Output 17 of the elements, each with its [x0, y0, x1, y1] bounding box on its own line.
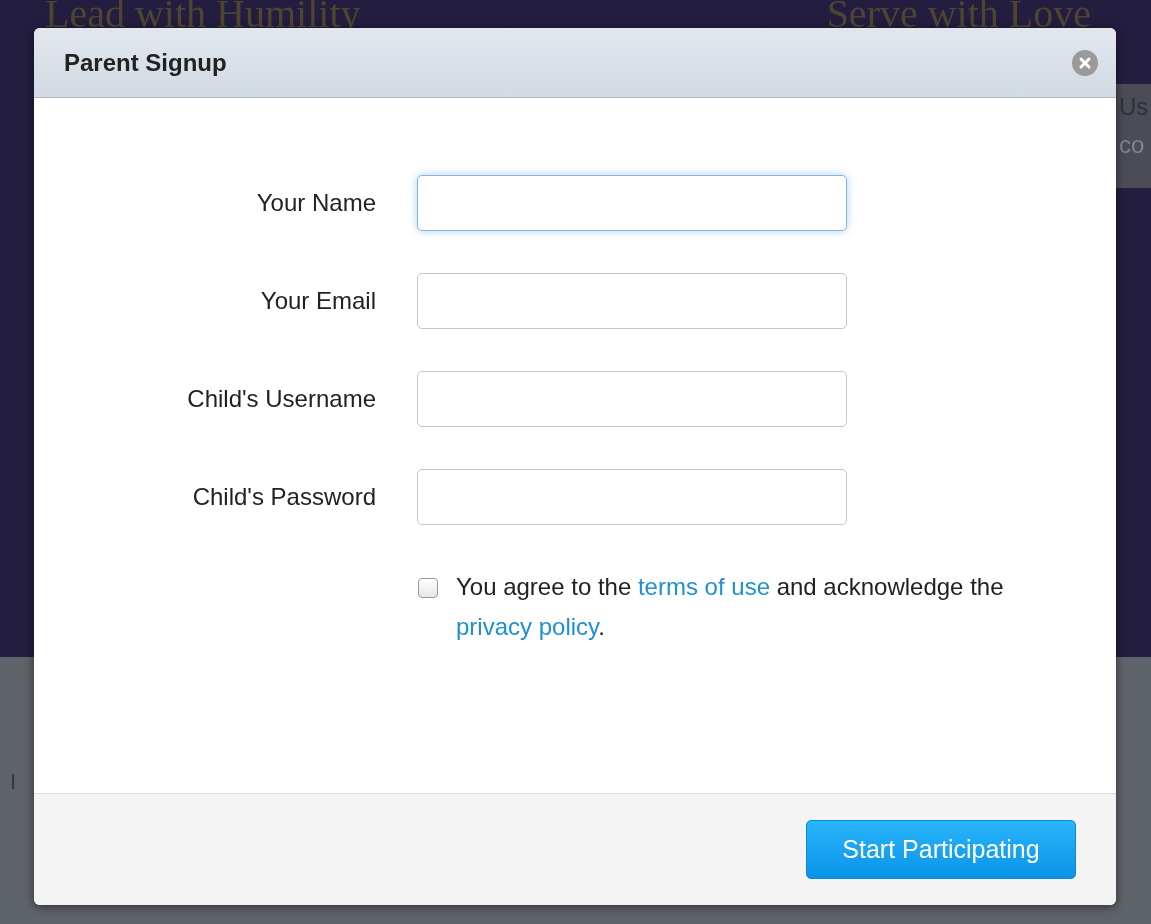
input-field[interactable] — [417, 469, 847, 525]
field-label: Child's Password — [191, 483, 376, 511]
terms-link[interactable]: terms of use — [637, 573, 770, 600]
close-button[interactable] — [1072, 49, 1098, 76]
input-field[interactable] — [417, 273, 847, 329]
input-field[interactable] — [417, 175, 847, 231]
privacy-link[interactable]: privacy policy — [456, 613, 599, 640]
side-text: co — [1119, 130, 1146, 160]
agreement-text: You agree to the terms of use and acknowledge the privacy policy. — [456, 572, 1005, 642]
input-field[interactable] — [417, 371, 847, 427]
field-label: Child's Username — [186, 385, 376, 413]
field-label: Your Name — [255, 189, 376, 217]
field-label: Your Email — [259, 287, 376, 315]
close-icon — [1072, 49, 1098, 76]
agree-checkbox[interactable] — [418, 578, 438, 598]
dialog-title: Parent Signup — [64, 48, 227, 77]
start-button[interactable]: Start Participating — [806, 820, 1076, 879]
